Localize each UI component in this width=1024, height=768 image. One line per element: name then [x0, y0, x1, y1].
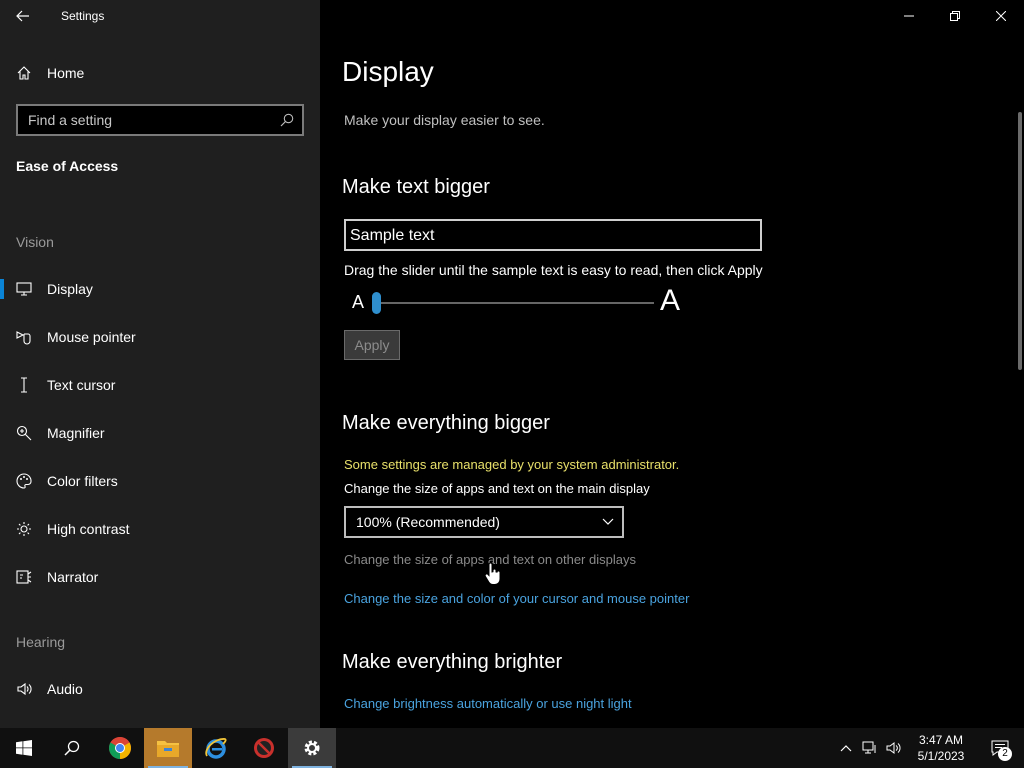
start-icon [16, 740, 32, 756]
taskbar-internet-explorer[interactable] [192, 728, 240, 768]
title-bar: Settings [0, 0, 320, 32]
window-controls [886, 0, 1024, 32]
palette-icon [0, 473, 47, 489]
hand-cursor-icon [484, 562, 501, 585]
back-arrow-icon [16, 10, 29, 22]
network-icon [862, 741, 876, 754]
main-content: Display Make your display easier to see.… [320, 0, 1024, 728]
group-label-hearing: Hearing [16, 634, 66, 650]
sidebar-item-label: Color filters [47, 473, 118, 489]
search-input[interactable]: Find a setting [16, 104, 304, 136]
brightness-link[interactable]: Change brightness automatically or use n… [344, 696, 632, 711]
sidebar-item-text-cursor[interactable]: Text cursor [0, 365, 320, 405]
internet-explorer-icon [205, 738, 227, 759]
taskbar: 3:47 AM 5/1/2023 2 [0, 728, 1024, 768]
slider-instruction: Drag the slider until the sample text is… [344, 262, 763, 278]
slider-max-label: A [660, 284, 681, 317]
chevron-down-icon [602, 518, 614, 525]
sidebar-item-mouse-pointer[interactable]: Mouse pointer [0, 317, 320, 357]
active-indicator [0, 279, 4, 299]
sidebar-item-magnifier[interactable]: Magnifier [0, 413, 320, 453]
notification-badge: 2 [998, 747, 1012, 761]
text-size-slider[interactable]: A A [344, 284, 694, 320]
scrollbar-thumb[interactable] [1018, 112, 1022, 370]
sidebar-item-label: Display [47, 281, 93, 297]
scale-label: Change the size of apps and text on the … [344, 481, 650, 496]
show-hidden-icons-button[interactable] [834, 728, 858, 768]
minimize-icon [904, 15, 914, 17]
sidebar-item-audio[interactable]: Audio [0, 669, 320, 709]
sun-icon [0, 521, 47, 537]
cursor-settings-link[interactable]: Change the size and color of your cursor… [344, 591, 689, 606]
close-button[interactable] [978, 0, 1024, 32]
action-center-button[interactable]: 2 [976, 728, 1024, 768]
clock[interactable]: 3:47 AM 5/1/2023 [906, 732, 976, 764]
text-cursor-icon [0, 377, 47, 393]
monitor-icon [0, 282, 47, 296]
nav-home-label: Home [47, 65, 85, 81]
settings-icon [304, 740, 320, 756]
sidebar-item-label: Audio [47, 681, 83, 697]
narrator-icon [0, 569, 47, 585]
page-description: Make your display easier to see. [344, 112, 545, 128]
sidebar-item-label: Mouse pointer [47, 329, 136, 345]
home-icon [0, 65, 47, 81]
sidebar: Settings Home Find a setting Ease of Acc… [0, 0, 320, 728]
sidebar-item-narrator[interactable]: Narrator [0, 557, 320, 597]
sidebar-item-high-contrast[interactable]: High contrast [0, 509, 320, 549]
admin-warning: Some settings are managed by your system… [344, 457, 680, 472]
scale-dropdown[interactable]: 100% (Recommended) [344, 506, 624, 538]
back-button[interactable] [0, 0, 46, 32]
clock-time: 3:47 AM [918, 733, 964, 747]
apply-button[interactable]: Apply [344, 330, 400, 360]
minimize-button[interactable] [886, 0, 932, 32]
heading-make-everything-brighter: Make everything brighter [342, 651, 563, 673]
section-title: Ease of Access [16, 158, 119, 174]
heading-make-everything-bigger: Make everything bigger [342, 412, 550, 434]
sidebar-item-label: Narrator [47, 569, 99, 585]
system-tray: 3:47 AM 5/1/2023 2 [834, 728, 1024, 768]
sidebar-item-display[interactable]: Display [0, 269, 320, 309]
speaker-icon [0, 681, 47, 697]
heading-make-text-bigger: Make text bigger [342, 176, 490, 198]
file-explorer-icon [157, 741, 179, 757]
sidebar-item-label: Text cursor [47, 377, 116, 393]
clock-date: 5/1/2023 [917, 749, 965, 763]
close-icon [996, 11, 1006, 21]
blocked-app-icon [254, 738, 274, 758]
group-label-vision: Vision [16, 234, 54, 250]
network-button[interactable] [858, 728, 882, 768]
slider-min-label: A [352, 292, 365, 312]
volume-button[interactable] [882, 728, 906, 768]
sidebar-item-label: High contrast [47, 521, 130, 537]
mouse-pointer-icon [0, 329, 47, 345]
app-title: Settings [61, 9, 105, 23]
start-button[interactable] [0, 728, 48, 768]
restore-icon [950, 11, 960, 21]
slider-track[interactable] [374, 302, 654, 304]
search-icon [64, 740, 80, 756]
taskbar-blocked-app[interactable] [240, 728, 288, 768]
taskbar-settings[interactable] [288, 728, 336, 768]
taskbar-search-button[interactable] [48, 728, 96, 768]
chevron-up-icon [840, 745, 852, 752]
search-placeholder: Find a setting [28, 112, 113, 128]
sample-text-preview: Sample text [344, 219, 762, 251]
slider-thumb[interactable] [372, 292, 381, 314]
page-title: Display [342, 56, 434, 87]
speaker-icon [886, 742, 901, 754]
search-icon [280, 113, 294, 127]
nav-home[interactable]: Home [0, 56, 320, 90]
scale-dropdown-value: 100% (Recommended) [356, 514, 500, 530]
taskbar-chrome[interactable] [96, 728, 144, 768]
sidebar-item-label: Magnifier [47, 425, 105, 441]
restore-button[interactable] [932, 0, 978, 32]
magnifier-icon [0, 425, 47, 441]
chrome-icon [109, 737, 131, 759]
taskbar-file-explorer[interactable] [144, 728, 192, 768]
sidebar-item-color-filters[interactable]: Color filters [0, 461, 320, 501]
